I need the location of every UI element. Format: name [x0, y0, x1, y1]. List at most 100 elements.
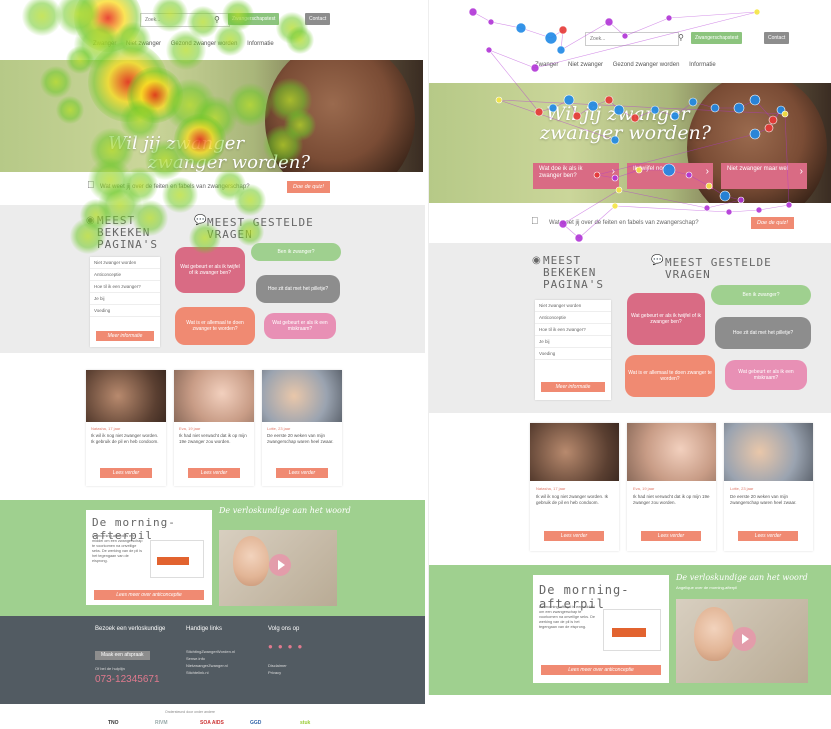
morning-after-card: De morning-afterpil De morning-afterpil … [86, 510, 212, 605]
footer-link[interactable]: StichtingZwangerWorden.nl [186, 649, 235, 655]
gaze-fixation-dot [468, 7, 478, 17]
list-item[interactable]: Anticonceptie [90, 269, 160, 281]
partners-caption: Ondersteund door onder andere [165, 710, 216, 714]
faq-bubble[interactable]: Hoe zit dat met het pilletje? [715, 317, 811, 349]
list-item[interactable]: Je bij [90, 293, 160, 305]
menu-item-zwanger[interactable]: Zwanger [93, 41, 116, 47]
footer-link[interactable]: Stichtelink.nl [186, 670, 208, 676]
list-item[interactable]: Je bij [535, 336, 611, 348]
pregnancy-test-button[interactable]: Zwangerschapstest [228, 13, 280, 25]
story-name: Natasha, 17 jaar [91, 426, 121, 431]
story-name: Lotte, 23 jaar [730, 486, 754, 491]
read-more-button[interactable]: Lees verder [641, 531, 701, 541]
apple-icon:  [531, 216, 539, 227]
story-name: Eva, 19 jaar [633, 486, 655, 491]
partner-logo: GGD [250, 720, 262, 726]
story-name: Lotte, 23 jaar [267, 426, 291, 431]
read-more-button[interactable]: Lees verder [276, 468, 328, 478]
story-name: Eva, 19 jaar [179, 426, 201, 431]
story-photo [530, 423, 619, 481]
list-item[interactable]: Anticonceptie [535, 312, 611, 324]
story-photo [262, 370, 342, 422]
faq-bubble[interactable]: Ben ik zwanger? [251, 243, 341, 261]
read-more-button[interactable]: Lees verder [188, 468, 240, 478]
gaze-fixation-dot [611, 202, 619, 210]
footer-link[interactable]: Sense.info [186, 656, 205, 662]
footer-link-disclaimer[interactable]: Disclaimer [268, 663, 287, 669]
read-more-contraception-button[interactable]: Lees meer over anticonceptie [94, 590, 204, 600]
quiz-text: Wat weet jij over de feiten en fabels va… [100, 184, 250, 190]
list-item[interactable]: Niet zwanger worden [535, 300, 611, 312]
faq-bubble[interactable]: Ben ik zwanger? [711, 285, 811, 305]
pregnancy-test-button[interactable]: Zwangerschapstest [691, 32, 743, 44]
read-more-button[interactable]: Lees verder [100, 468, 152, 478]
list-item[interactable]: Hoe til ik een zwanger? [535, 324, 611, 336]
read-more-button[interactable]: Lees verder [738, 531, 798, 541]
story-photo [724, 423, 813, 481]
quiz-button[interactable]: Doe de quiz! [751, 217, 794, 229]
faq-bubble[interactable]: Wat is er allemaal te doen zwanger te wo… [175, 307, 255, 345]
quiz-button[interactable]: Doe de quiz! [287, 181, 330, 193]
list-item[interactable]: Voeding [90, 305, 160, 317]
play-icon[interactable] [269, 554, 291, 576]
gaze-saccade-line [758, 204, 790, 211]
footer-link[interactable]: NietzwangerZwanger.nl [186, 663, 228, 669]
faq-bubble[interactable]: Wat gebeurt er als ik twijfel of ik zwan… [175, 247, 245, 293]
phone-number[interactable]: 073-12345671 [95, 674, 160, 685]
hero-title: Wil jij zwanger zwanger worden? [540, 103, 711, 144]
gaze-saccade-line [668, 11, 758, 19]
hero-button-not-pregnant[interactable]: Niet zwanger maar wel [721, 163, 807, 189]
menu-item-niet-zwanger[interactable]: Niet zwanger [568, 62, 603, 68]
social-icons[interactable]: ●●●● [268, 642, 307, 651]
menu-item-informatie[interactable]: Informatie [689, 62, 716, 68]
story-photo [86, 370, 166, 422]
story-text: Ik wil ik nog niet zwanger worden. Ik ge… [536, 494, 609, 505]
pill-package-image [150, 540, 204, 578]
morning-after-section: De morning-afterpil De morning-afterpil … [429, 565, 831, 695]
footer-link-privacy[interactable]: Privacy [268, 670, 281, 676]
play-icon[interactable] [732, 627, 756, 651]
footer-links-title: Handige links [186, 626, 223, 632]
read-more-button[interactable]: Lees verder [544, 531, 604, 541]
contact-button[interactable]: Contact [764, 32, 790, 44]
menu-item-gezond-zwanger[interactable]: Gezond zwanger worden [171, 41, 238, 47]
story-photo [174, 370, 254, 422]
pill-package-image [603, 609, 661, 651]
menu-item-zwanger[interactable]: Zwanger [535, 62, 558, 68]
search-icon[interactable]: ⚲ [678, 33, 684, 42]
video-player[interactable] [676, 599, 808, 683]
hero-button-pregnant[interactable]: Wat doe ik als ik zwanger ben? [533, 163, 619, 189]
video-person [233, 536, 269, 586]
menu-item-gezond-zwanger[interactable]: Gezond zwanger worden [613, 62, 680, 68]
menu-item-informatie[interactable]: Informatie [247, 41, 274, 47]
more-info-button[interactable]: Meer informatie [96, 331, 154, 341]
faq-bubble[interactable]: Wat is er allemaal te doen zwanger te wo… [625, 355, 715, 397]
faq-bubble[interactable]: Wat gebeurt er als ik een miskraam? [264, 313, 336, 339]
list-item[interactable]: Niet zwanger worden [90, 257, 160, 269]
faq-bubble[interactable]: Wat gebeurt er als ik twijfel of ik zwan… [627, 293, 705, 345]
apple-icon:  [87, 180, 95, 191]
story-card: Lotte, 23 jaar De eerste 20 weken van mi… [262, 370, 342, 486]
story-card: Natasha, 17 jaar Ik wil ik nog niet zwan… [530, 423, 619, 551]
gazeplot-screenshot: Zoek... ⚲ Zwangerschapstest Contact Zwan… [428, 0, 831, 695]
menu-item-niet-zwanger[interactable]: Niet zwanger [126, 41, 161, 47]
popular-pages-list: Niet zwanger worden Anticonceptie Hoe ti… [90, 257, 160, 347]
partner-logo: SOA AIDS [200, 720, 224, 726]
faq-bubble[interactable]: Hoe zit dat met het pilletje? [256, 275, 340, 303]
list-item[interactable]: Voeding [535, 348, 611, 360]
faq-bubble[interactable]: Wat gebeurt er als ik een miskraam? [725, 360, 807, 390]
hero-button-doubt[interactable]: Ik twijfel nog... [627, 163, 713, 189]
read-more-contraception-button[interactable]: Lees meer over anticonceptie [541, 665, 661, 675]
popular-pages-list: Niet zwanger worden Anticonceptie Hoe ti… [535, 300, 611, 400]
appointment-button[interactable]: Maak een afspraak [95, 651, 150, 660]
partner-logo: TNO [108, 720, 119, 726]
video-player[interactable] [219, 530, 337, 606]
top-navbar: Zoek... ⚲ Zwangerschapstest Contact Zwan… [429, 20, 831, 72]
gaze-fixation-dot [753, 8, 761, 16]
list-item[interactable]: Hoe til ik een zwanger? [90, 281, 160, 293]
search-input[interactable]: Zoek... [585, 32, 679, 46]
contact-button[interactable]: Contact [305, 13, 331, 25]
gaze-fixation-dot [574, 233, 584, 243]
more-info-button[interactable]: Meer informatie [541, 382, 605, 392]
search-icon[interactable]: ⚲ [214, 15, 220, 24]
